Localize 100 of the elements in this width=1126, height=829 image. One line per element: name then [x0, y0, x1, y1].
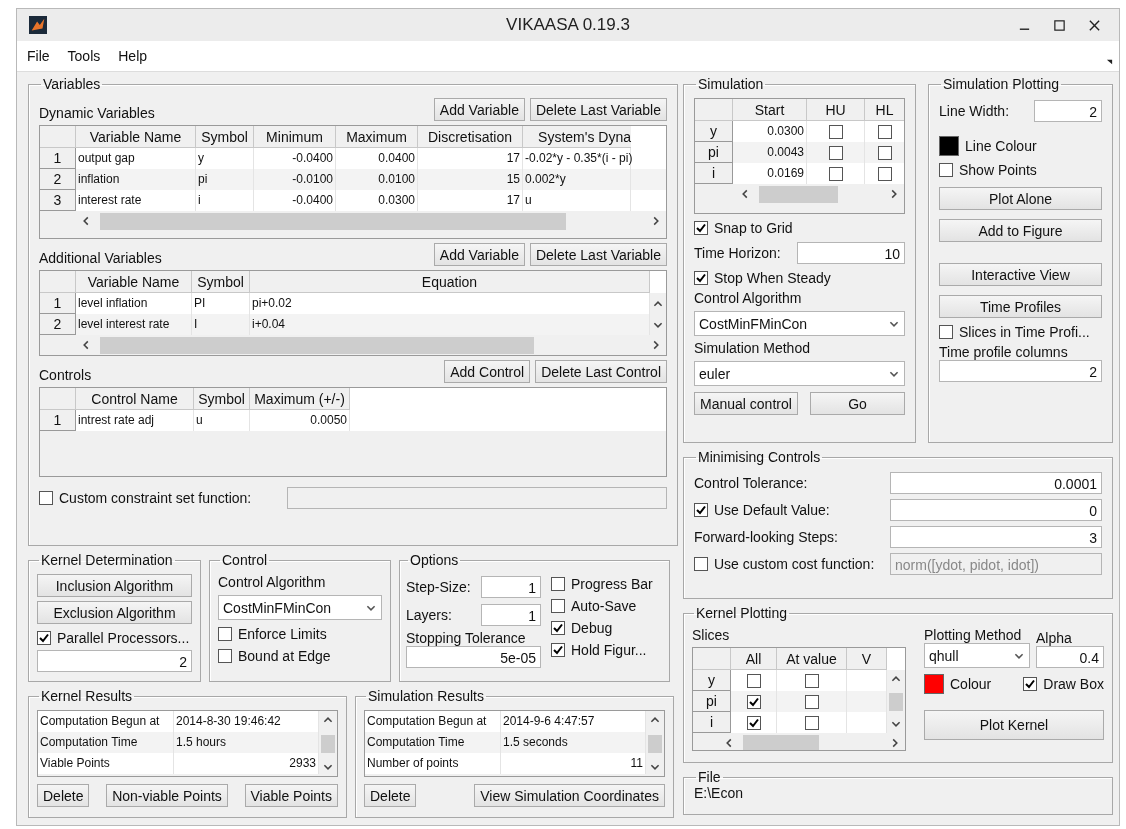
scrollbar-thumb[interactable] [759, 185, 838, 203]
table-button[interactable]: Delete Last Control [535, 360, 667, 383]
dropdown[interactable]: euler [694, 361, 905, 386]
results-button[interactable]: Delete [37, 784, 90, 807]
checkbox[interactable] [939, 163, 953, 177]
checkbox[interactable] [939, 325, 953, 339]
input-field[interactable]: 0.0001 [890, 472, 1102, 494]
column-header[interactable]: Symbol [196, 126, 254, 148]
column-header[interactable]: HU [807, 99, 865, 121]
scrollbar-thumb[interactable] [100, 212, 567, 230]
table-button[interactable]: Add Variable [433, 98, 525, 121]
checkbox[interactable] [828, 145, 843, 160]
column-header[interactable]: All [731, 648, 777, 670]
simulation-button[interactable]: Manual control [694, 392, 798, 415]
plot-button[interactable]: Plot Alone [939, 187, 1102, 210]
plot-kernel-button[interactable]: Plot Kernel [924, 710, 1104, 740]
group-title: Variables [42, 76, 102, 92]
checkbox[interactable] [551, 621, 565, 635]
table-cell[interactable]: u [194, 410, 250, 431]
results-button[interactable]: Non-viable Points [106, 784, 228, 807]
scrollbar-thumb[interactable] [321, 734, 335, 753]
table-cell[interactable]: intrest rate adj [76, 410, 194, 431]
algorithm-button[interactable]: Inclusion Algorithm [37, 574, 192, 597]
checkbox[interactable] [218, 649, 232, 663]
column-header[interactable]: Symbol [194, 388, 250, 410]
scrollbar-thumb[interactable] [648, 734, 662, 753]
scrollbar-thumb[interactable] [889, 692, 903, 711]
column-header[interactable]: Symbol [192, 271, 250, 293]
results-button[interactable]: Delete [364, 784, 417, 807]
colour-swatch[interactable] [939, 136, 959, 156]
input-field[interactable]: 3 [890, 526, 1102, 548]
input-field[interactable]: 10 [797, 242, 905, 264]
menu-item[interactable]: Tools [58, 48, 110, 64]
input-field[interactable]: 5e-05 [406, 646, 541, 668]
checkbox[interactable] [746, 715, 761, 730]
checkbox[interactable] [551, 599, 565, 613]
menu-item[interactable]: File [17, 48, 59, 64]
table-button[interactable]: Delete Last Variable [529, 243, 667, 266]
input-field[interactable]: 2 [939, 360, 1102, 382]
maximize-icon[interactable] [1053, 18, 1066, 32]
column-header[interactable]: At value [777, 648, 847, 670]
column-header[interactable]: Start [733, 99, 807, 121]
table-button[interactable]: Add Variable [433, 243, 525, 266]
column-header[interactable]: Discretisation [418, 126, 523, 148]
column-header[interactable]: V [847, 648, 887, 670]
input-field[interactable]: 2 [1034, 100, 1102, 122]
dock-arrow-icon[interactable] [1106, 58, 1113, 65]
checkbox[interactable] [694, 221, 708, 235]
column-header[interactable]: Maximum (+/-) [250, 388, 350, 410]
input-field[interactable] [287, 487, 667, 509]
table-cell[interactable]: 0.0050 [250, 410, 350, 431]
column-header[interactable]: System's Dyna [523, 126, 631, 148]
input-field[interactable]: 2 [37, 650, 192, 672]
dropdown[interactable]: qhull [924, 643, 1030, 668]
checkbox[interactable] [877, 166, 892, 181]
column-header[interactable]: Variable Name [76, 271, 192, 293]
plot-button[interactable]: Interactive View [939, 263, 1102, 286]
checkbox[interactable] [37, 631, 51, 645]
checkbox[interactable] [1023, 677, 1038, 691]
scrollbar-thumb[interactable] [743, 734, 819, 750]
close-icon[interactable] [1088, 18, 1101, 32]
dropdown[interactable]: CostMinFMinCon [694, 311, 905, 336]
menu-item[interactable]: Help [109, 48, 157, 64]
scrollbar-thumb[interactable] [100, 336, 534, 354]
simulation-button[interactable]: Go [810, 392, 905, 415]
plot-button[interactable]: Add to Figure [939, 219, 1102, 242]
checkbox[interactable] [218, 627, 232, 641]
column-header[interactable]: HL [865, 99, 904, 121]
algorithm-button[interactable]: Exclusion Algorithm [37, 601, 192, 624]
column-header[interactable]: Minimum [254, 126, 336, 148]
checkbox[interactable] [39, 491, 53, 505]
checkbox[interactable] [804, 694, 819, 709]
checkbox[interactable] [551, 577, 565, 591]
dropdown[interactable]: CostMinFMinCon [218, 595, 382, 620]
checkbox-label: Snap to Grid [714, 220, 793, 236]
table-button[interactable]: Add Control [444, 360, 531, 383]
input-field[interactable]: 0.4 [1036, 646, 1104, 668]
plot-button[interactable]: Time Profiles [939, 295, 1102, 318]
input-field[interactable]: 1 [481, 576, 541, 598]
column-header[interactable]: Maximum [336, 126, 418, 148]
checkbox[interactable] [828, 124, 843, 139]
checkbox[interactable] [694, 271, 708, 285]
column-header[interactable]: Equation [250, 271, 650, 293]
results-button[interactable]: View Simulation Coordinates [474, 784, 665, 807]
checkbox[interactable] [877, 145, 892, 160]
column-header[interactable]: Variable Name [76, 126, 196, 148]
checkbox[interactable] [804, 715, 819, 730]
checkbox[interactable] [828, 166, 843, 181]
checkbox[interactable] [746, 673, 761, 688]
table-button[interactable]: Delete Last Variable [529, 98, 667, 121]
input-field[interactable]: 1 [481, 604, 541, 626]
column-header[interactable]: Control Name [76, 388, 194, 410]
checkbox[interactable] [551, 643, 565, 657]
colour-swatch[interactable] [924, 674, 944, 694]
checkbox[interactable] [746, 694, 761, 709]
input-field[interactable]: 0 [890, 499, 1102, 521]
results-button[interactable]: Viable Points [244, 784, 338, 807]
checkbox[interactable] [877, 124, 892, 139]
checkbox[interactable] [804, 673, 819, 688]
checkbox[interactable] [694, 503, 708, 517]
